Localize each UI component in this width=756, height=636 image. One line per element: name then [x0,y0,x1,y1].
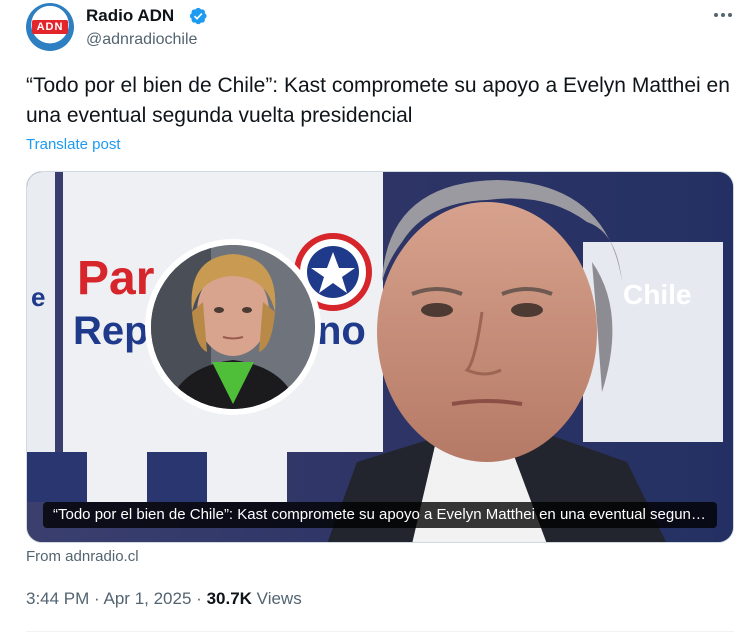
views-label[interactable]: Views [257,589,302,608]
link-card[interactable]: Par Rep no e Chile “Todo por el bien de … [26,171,734,543]
meta-separator: · [94,589,100,608]
account-handle[interactable]: @adnradiochile [86,31,197,49]
post-meta: 3:44 PM · Apr 1, 2025 · 30.7K Views [26,589,302,609]
avatar[interactable]: ADN [26,3,74,51]
tweet: ADN Radio ADN @adnradiochile “Todo por e… [0,0,756,636]
card-caption: “Todo por el bien de Chile”: Kast compro… [43,502,717,528]
card-image: Par Rep no e Chile [27,172,733,542]
post-date[interactable]: Apr 1, 2025 [104,589,192,608]
translate-link[interactable]: Translate post [26,136,121,153]
more-options-icon[interactable] [712,6,734,24]
verified-badge-icon[interactable] [188,6,208,26]
account-name[interactable]: Radio ADN [86,6,174,26]
banner-text-top: Par [77,252,154,305]
views-count[interactable]: 30.7K [207,589,252,608]
banner-text-mid: no [317,309,366,353]
avatar-logo: ADN [32,20,68,34]
meta-separator: · [196,589,202,608]
post-time[interactable]: 3:44 PM [26,589,89,608]
card-source[interactable]: From adnradio.cl [26,548,139,565]
divider [26,631,734,632]
banner-text-left: e [31,282,45,312]
banner-text-bottom: Rep [73,309,149,353]
banner-text-right: Chile [623,279,691,310]
post-text: “Todo por el bien de Chile”: Kast compro… [26,74,730,127]
